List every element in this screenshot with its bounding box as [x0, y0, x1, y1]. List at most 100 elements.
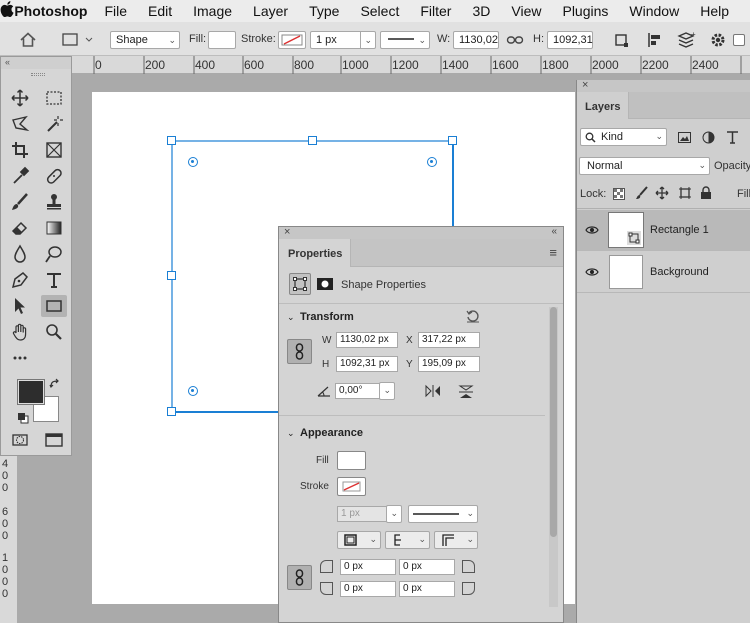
flip-horizontal-icon[interactable] — [424, 384, 442, 401]
blur-tool-icon[interactable] — [7, 243, 33, 265]
gradient-tool-icon[interactable] — [41, 217, 67, 239]
layer-thumbnail — [608, 212, 644, 248]
corner-radius-top-left-input[interactable]: 0 px — [340, 559, 396, 575]
layer-row[interactable]: Background — [577, 252, 750, 293]
layers-tab-strip — [629, 92, 750, 119]
transform-y-input[interactable]: 195,09 px — [418, 356, 480, 372]
eraser-tool-icon[interactable] — [7, 217, 33, 239]
shape-properties-icon[interactable] — [289, 273, 311, 295]
more-tools-icon[interactable] — [7, 347, 33, 369]
clone-stamp-tool-icon[interactable] — [41, 191, 67, 213]
link-width-height-button[interactable] — [287, 339, 312, 364]
corner-radius-handle[interactable] — [427, 157, 437, 167]
tab-properties[interactable]: Properties — [279, 239, 351, 267]
toolbar-collapse-button[interactable]: « — [1, 57, 71, 69]
layer-thumbnail — [609, 255, 643, 289]
lock-transparent-icon[interactable] — [613, 188, 625, 203]
corner-radius-bottom-right-input[interactable]: 0 px — [399, 581, 455, 597]
toolbar-grip[interactable] — [31, 73, 45, 76]
transform-handle[interactable] — [167, 271, 176, 280]
swap-colors-icon[interactable] — [49, 378, 61, 393]
stroke-align-dropdown[interactable]: ⌄ — [337, 531, 381, 549]
flip-vertical-icon[interactable] — [458, 384, 474, 403]
blend-mode-dropdown[interactable]: Normal ⌄ — [579, 157, 710, 175]
corner-top-right-icon — [462, 560, 475, 573]
eyedropper-tool-icon[interactable] — [7, 165, 33, 187]
transform-width-label: W — [322, 335, 332, 346]
appearance-stroke-swatch[interactable] — [337, 477, 366, 496]
visibility-eye-icon[interactable] — [585, 224, 599, 236]
fill-opacity-label: Fill — [737, 188, 750, 200]
transform-handle[interactable] — [167, 136, 176, 145]
crop-tool-icon[interactable] — [7, 139, 33, 161]
layers-panel-header: × — [577, 79, 750, 92]
reset-transform-icon[interactable] — [465, 308, 481, 327]
foreground-color-swatch[interactable] — [17, 379, 45, 405]
visibility-eye-icon[interactable] — [585, 266, 599, 278]
stroke-width-input[interactable]: 1 px — [337, 506, 387, 522]
corner-radius-handle[interactable] — [188, 157, 198, 167]
corner-radius-bottom-left-input[interactable]: 0 px — [340, 581, 396, 597]
transform-handle[interactable] — [167, 407, 176, 416]
filter-type-icon[interactable] — [726, 130, 739, 147]
stroke-caps-dropdown[interactable]: ⌄ — [385, 531, 430, 549]
path-selection-tool-icon[interactable] — [7, 295, 33, 317]
properties-scrollbar-track[interactable] — [549, 307, 558, 607]
lasso-tool-icon[interactable] — [7, 113, 33, 135]
magic-wand-tool-icon[interactable] — [41, 113, 67, 135]
opacity-label: Opacity — [714, 160, 750, 172]
transform-section-title: Transform — [300, 311, 354, 323]
lock-image-icon[interactable] — [635, 186, 649, 203]
rotation-angle-dropdown[interactable]: ⌄ — [379, 382, 395, 400]
move-tool-icon[interactable] — [7, 87, 33, 109]
properties-panel-header: × « — [279, 226, 563, 239]
transform-handle[interactable] — [308, 136, 317, 145]
transform-chevron-icon[interactable]: ⌄ — [287, 312, 295, 323]
lock-artboard-icon[interactable] — [678, 186, 692, 203]
rectangle-tool-icon[interactable] — [41, 295, 67, 317]
link-corner-radius-button[interactable] — [287, 565, 312, 590]
filter-adjustment-icon[interactable] — [702, 131, 715, 147]
properties-close-button[interactable]: × — [284, 226, 290, 238]
marquee-tool-icon[interactable] — [41, 87, 67, 109]
frame-tool-icon[interactable] — [41, 139, 67, 161]
transform-width-input[interactable]: 1130,02 px — [336, 332, 398, 348]
stroke-corners-dropdown[interactable]: ⌄ — [434, 531, 478, 549]
layer-name[interactable]: Rectangle 1 — [650, 224, 709, 236]
layers-close-button[interactable]: × — [582, 79, 588, 91]
healing-brush-tool-icon[interactable] — [41, 165, 67, 187]
properties-scrollbar-thumb[interactable] — [550, 307, 557, 537]
transform-height-input[interactable]: 1092,31 px — [336, 356, 398, 372]
filter-pixel-icon[interactable] — [678, 132, 691, 146]
layer-name[interactable]: Background — [650, 266, 709, 278]
corner-radius-top-right-input[interactable]: 0 px — [399, 559, 455, 575]
hand-tool-icon[interactable] — [7, 321, 33, 343]
transform-x-input[interactable]: 317,22 px — [418, 332, 480, 348]
appearance-chevron-icon[interactable]: ⌄ — [287, 428, 295, 439]
screen-mode-icon[interactable] — [41, 429, 67, 451]
dodge-tool-icon[interactable] — [41, 243, 67, 265]
transform-height-label: H — [322, 359, 330, 370]
default-colors-icon[interactable] — [17, 412, 29, 427]
layer-row[interactable]: Rectangle 1 — [577, 210, 750, 251]
layer-filter-dropdown[interactable]: Kind ⌄ — [580, 128, 667, 146]
corner-radius-handle[interactable] — [188, 386, 198, 396]
brush-tool-icon[interactable] — [7, 191, 33, 213]
properties-menu-button[interactable]: ≡ — [549, 245, 557, 260]
corner-top-left-icon — [320, 560, 333, 573]
stroke-label: Stroke — [300, 481, 329, 492]
tab-layers[interactable]: Layers — [577, 92, 629, 119]
stroke-type-dropdown[interactable]: ⌄ — [408, 505, 478, 523]
quick-mask-icon[interactable] — [7, 429, 33, 451]
mask-properties-icon[interactable] — [316, 277, 334, 294]
corner-bottom-left-icon — [320, 582, 333, 595]
appearance-fill-swatch[interactable] — [337, 451, 366, 470]
zoom-tool-icon[interactable] — [41, 321, 67, 343]
pen-tool-icon[interactable] — [7, 269, 33, 291]
transform-handle[interactable] — [448, 136, 457, 145]
type-tool-icon[interactable] — [41, 269, 67, 291]
stroke-width-dropdown[interactable]: ⌄ — [386, 505, 402, 523]
lock-all-icon[interactable] — [700, 186, 712, 203]
lock-position-icon[interactable] — [655, 186, 669, 203]
properties-collapse-button[interactable]: « — [551, 226, 557, 237]
